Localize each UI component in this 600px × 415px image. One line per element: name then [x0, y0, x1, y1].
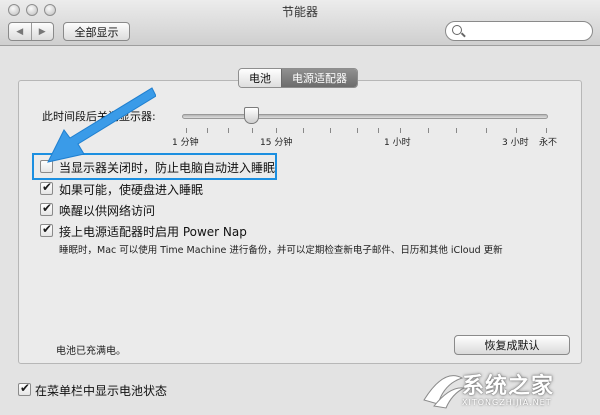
- slider-tick: [516, 128, 517, 133]
- annotation-arrow-icon: [47, 87, 156, 163]
- title-bar: 节能器 ◀ ▶ 全部显示: [0, 0, 600, 46]
- slider-tick: [357, 128, 358, 133]
- power-nap-label: 接上电源适配器时启用 Power Nap: [59, 225, 247, 239]
- disk-sleep-checkbox[interactable]: [40, 180, 53, 195]
- forward-arrow-icon[interactable]: ▶: [30, 23, 54, 40]
- slider-tick: [252, 128, 253, 133]
- search-input[interactable]: [445, 21, 593, 41]
- show-battery-menubar-label: 在菜单栏中显示电池状态: [35, 384, 168, 398]
- slider-tick: [400, 128, 401, 133]
- slider-tick: [428, 128, 429, 133]
- disk-sleep-label: 如果可能，使硬盘进入睡眠: [59, 183, 204, 197]
- wake-network-label: 唤醒以供网络访问: [59, 204, 156, 218]
- battery-status-text: 电池已充满电。: [56, 346, 126, 357]
- slider-tick-label: 1 小时: [384, 138, 411, 148]
- power-nap-description: 睡眠时，Mac 可以使用 Time Machine 进行备份，并可以定期检查新电…: [59, 245, 503, 256]
- slider-tick: [546, 128, 547, 133]
- tab-battery[interactable]: 电池: [239, 69, 281, 87]
- show-battery-menubar-checkbox[interactable]: [18, 381, 31, 396]
- window-title: 节能器: [281, 5, 318, 19]
- slider-tick: [303, 128, 304, 133]
- tab-power-adapter[interactable]: 电源适配器: [281, 69, 357, 87]
- slider-tick: [486, 128, 487, 133]
- tab-bar: 电池 电源适配器: [238, 68, 358, 88]
- slider-tick: [456, 128, 457, 133]
- power-nap-checkbox[interactable]: [40, 222, 53, 237]
- slider-tick: [378, 128, 379, 133]
- slider-tick: [276, 128, 277, 133]
- slider-tick: [207, 128, 208, 133]
- slider-tick-label: 3 小时: [502, 138, 529, 148]
- nav-segment: ◀ ▶: [8, 22, 54, 41]
- watermark-subtext: XITONGZHIJIA.NET: [462, 398, 552, 407]
- slider-tick-label: 永不: [539, 138, 558, 148]
- watermark-text: 系统之家: [462, 374, 555, 399]
- show-all-button[interactable]: 全部显示: [63, 22, 130, 41]
- search-icon: [452, 25, 462, 35]
- slider-tick-label: 15 分钟: [260, 138, 293, 148]
- wake-network-checkbox[interactable]: [40, 201, 53, 216]
- back-arrow-icon[interactable]: ◀: [9, 23, 31, 40]
- slider-tick: [186, 128, 187, 133]
- slider-tick: [228, 128, 229, 133]
- restore-defaults-button[interactable]: 恢复成默认: [454, 335, 570, 355]
- display-sleep-slider-track[interactable]: [182, 114, 548, 119]
- slider-tick-label: 1 分钟: [172, 138, 199, 148]
- display-sleep-slider-thumb[interactable]: [244, 107, 259, 124]
- slider-tick: [330, 128, 331, 133]
